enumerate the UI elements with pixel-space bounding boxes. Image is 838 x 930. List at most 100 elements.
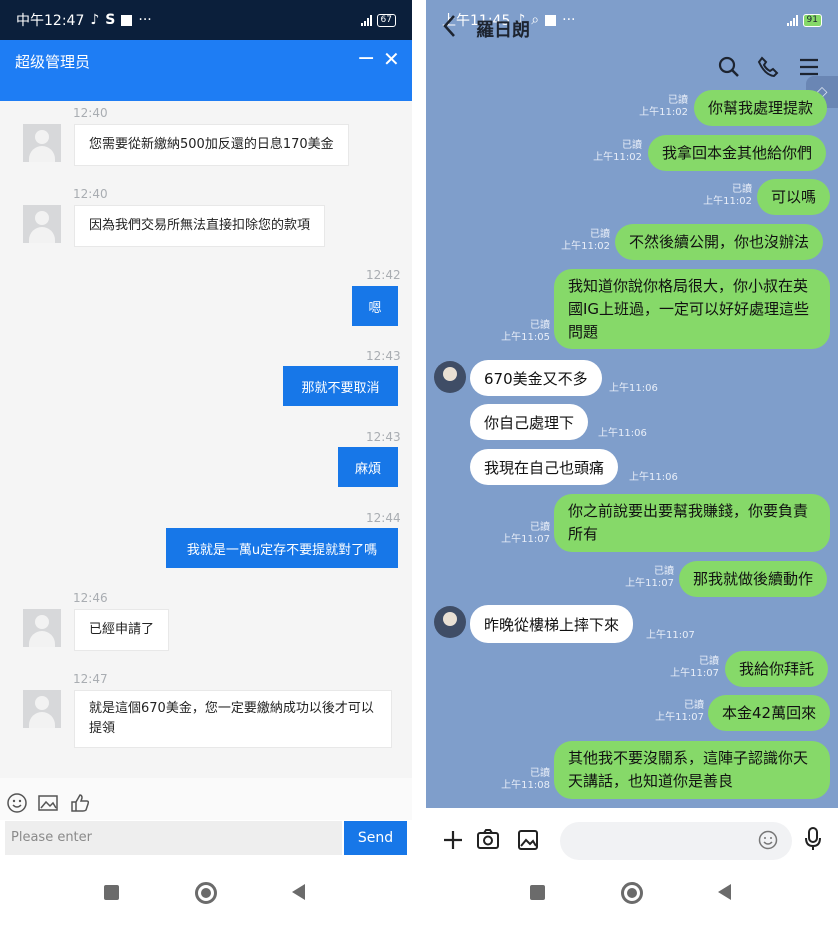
search-status-icon: ⌕ xyxy=(531,12,540,28)
outgoing-message: 不然後續公開，你也沒辦法 xyxy=(615,224,824,260)
read-label: 已讀 xyxy=(699,656,719,667)
message-time: 上午11:06 xyxy=(629,472,678,483)
read-label: 已讀 xyxy=(530,522,550,533)
mic-icon[interactable] xyxy=(803,826,823,856)
read-label: 已讀 xyxy=(622,140,642,151)
back-arrow-icon[interactable] xyxy=(442,14,456,44)
avatar xyxy=(23,124,61,162)
incoming-message: 已經申請了 xyxy=(74,609,170,651)
message-time: 上午11:06 xyxy=(609,383,658,394)
outgoing-message: 那就不要取消 xyxy=(283,366,398,406)
message-meta: 已讀 上午11:05 xyxy=(482,320,550,344)
outgoing-message: 嗯 xyxy=(352,286,398,326)
search-icon[interactable] xyxy=(718,56,740,82)
read-label: 已讀 xyxy=(684,700,704,711)
outgoing-message: 我就是一萬u定存不要提就對了嗎 xyxy=(166,528,398,568)
message-meta: 已讀 上午11:07 xyxy=(664,656,719,680)
gallery-icon[interactable] xyxy=(517,829,539,855)
message-time: 上午11:07 xyxy=(646,630,695,641)
more-icon: ··· xyxy=(562,12,576,28)
outgoing-message: 那我就做後續動作 xyxy=(679,561,828,597)
outgoing-message: 我拿回本金其他給你們 xyxy=(648,135,827,171)
message-time: 上午11:02 xyxy=(561,241,610,252)
message-time: 上午11:07 xyxy=(501,534,550,545)
read-label: 已讀 xyxy=(732,184,752,195)
message-time: 12:46 xyxy=(73,591,108,605)
message-time: 上午11:07 xyxy=(670,668,719,679)
read-label: 已讀 xyxy=(530,320,550,331)
message-time: 12:47 xyxy=(73,672,108,686)
mute-icon: ♪ xyxy=(90,12,100,28)
message-time: 12:44 xyxy=(366,511,401,525)
message-time: 12:42 xyxy=(366,268,401,282)
read-label: 已讀 xyxy=(654,566,674,577)
left-phone-screen: 中午12:47 ♪ S ··· 67 超级管理员 − ✕ 12:40 您需要從新… xyxy=(0,0,412,930)
message-meta: 已讀 上午11:02 xyxy=(574,140,642,164)
avatar xyxy=(23,205,61,243)
read-label: 已讀 xyxy=(668,95,688,106)
avatar xyxy=(23,690,61,728)
toolbar xyxy=(0,778,412,820)
incoming-message: 昨晚從樓梯上摔下來 xyxy=(470,605,634,643)
s-icon: S xyxy=(105,12,116,28)
signal-icon xyxy=(360,14,372,26)
thumbs-up-icon[interactable] xyxy=(69,792,91,818)
signal-icon xyxy=(786,14,798,26)
message-time: 上午11:07 xyxy=(625,578,674,589)
home-icon[interactable] xyxy=(195,882,217,904)
message-time: 上午11:07 xyxy=(655,712,704,723)
outgoing-message: 我給你拜託 xyxy=(725,651,829,687)
recent-apps-icon[interactable] xyxy=(530,885,545,900)
message-list[interactable] xyxy=(0,101,412,778)
outgoing-message: 其他我不要沒關系，這陣子認識你天天講話，也知道你是善良 xyxy=(554,741,830,799)
incoming-message: 因為我們交易所無法直接扣除您的款項 xyxy=(74,205,326,247)
plus-icon[interactable] xyxy=(442,829,464,855)
notification-icon xyxy=(545,14,557,26)
image-icon[interactable] xyxy=(37,792,59,818)
incoming-message: 我現在自己也頭痛 xyxy=(470,449,619,485)
message-time: 上午11:08 xyxy=(501,780,550,791)
outgoing-message: 你幫我處理提款 xyxy=(694,90,828,126)
outgoing-message: 我知道你說你格局很大，你小叔在英國IG上班過，一定可以好好處理這些問題 xyxy=(554,269,830,349)
battery-icon: 91 xyxy=(802,13,822,27)
smile-icon[interactable] xyxy=(6,792,28,818)
message-time: 12:40 xyxy=(73,187,108,201)
camera-icon[interactable] xyxy=(476,828,500,854)
message-time: 上午11:02 xyxy=(639,107,688,118)
message-meta: 已讀 上午11:02 xyxy=(606,95,688,119)
message-meta: 已讀 上午11:08 xyxy=(482,768,550,792)
back-icon[interactable] xyxy=(718,884,731,900)
incoming-message: 你自己處理下 xyxy=(470,404,589,440)
more-icon: ··· xyxy=(138,12,152,28)
message-input[interactable]: Please enter xyxy=(5,821,342,855)
message-time: 上午11:05 xyxy=(501,332,550,343)
message-time: 上午11:02 xyxy=(703,196,752,207)
incoming-message: 就是這個670美金，您一定要繳納成功以後才可以提領 xyxy=(74,690,392,748)
read-label: 已讀 xyxy=(530,768,550,779)
message-time: 上午11:02 xyxy=(593,152,642,163)
outgoing-message: 可以嗎 xyxy=(757,179,831,215)
home-icon[interactable] xyxy=(621,882,643,904)
outgoing-message: 你之前說要出要幫我賺錢，你要負責所有 xyxy=(554,494,830,552)
contact-name: 羅日朗 xyxy=(476,20,530,41)
right-phone-screen: 上午11:45 ♪ ⌕ ··· 91 羅日朗 ◇ 已讀 上午11:02 你幫我處理… xyxy=(426,0,838,930)
recent-apps-icon[interactable] xyxy=(104,885,119,900)
emoji-icon[interactable] xyxy=(758,830,778,854)
message-meta: 已讀 上午11:07 xyxy=(482,522,550,546)
message-time: 12:43 xyxy=(366,349,401,363)
message-time: 12:40 xyxy=(73,106,108,120)
avatar xyxy=(23,609,61,647)
close-icon[interactable]: ✕ xyxy=(383,47,400,71)
minimize-icon[interactable]: − xyxy=(357,46,375,71)
send-button[interactable]: Send xyxy=(344,821,407,855)
status-time: 中午12:47 xyxy=(16,13,85,29)
phone-icon[interactable] xyxy=(757,56,779,82)
status-bar: 中午12:47 ♪ S ··· 67 xyxy=(0,0,412,40)
notification-icon xyxy=(121,14,133,26)
back-icon[interactable] xyxy=(292,884,305,900)
chat-title: 超级管理员 xyxy=(15,53,91,71)
battery-icon: 67 xyxy=(376,13,396,27)
read-label: 已讀 xyxy=(590,229,610,240)
contact-avatar[interactable] xyxy=(434,361,466,393)
contact-avatar[interactable] xyxy=(434,606,466,638)
